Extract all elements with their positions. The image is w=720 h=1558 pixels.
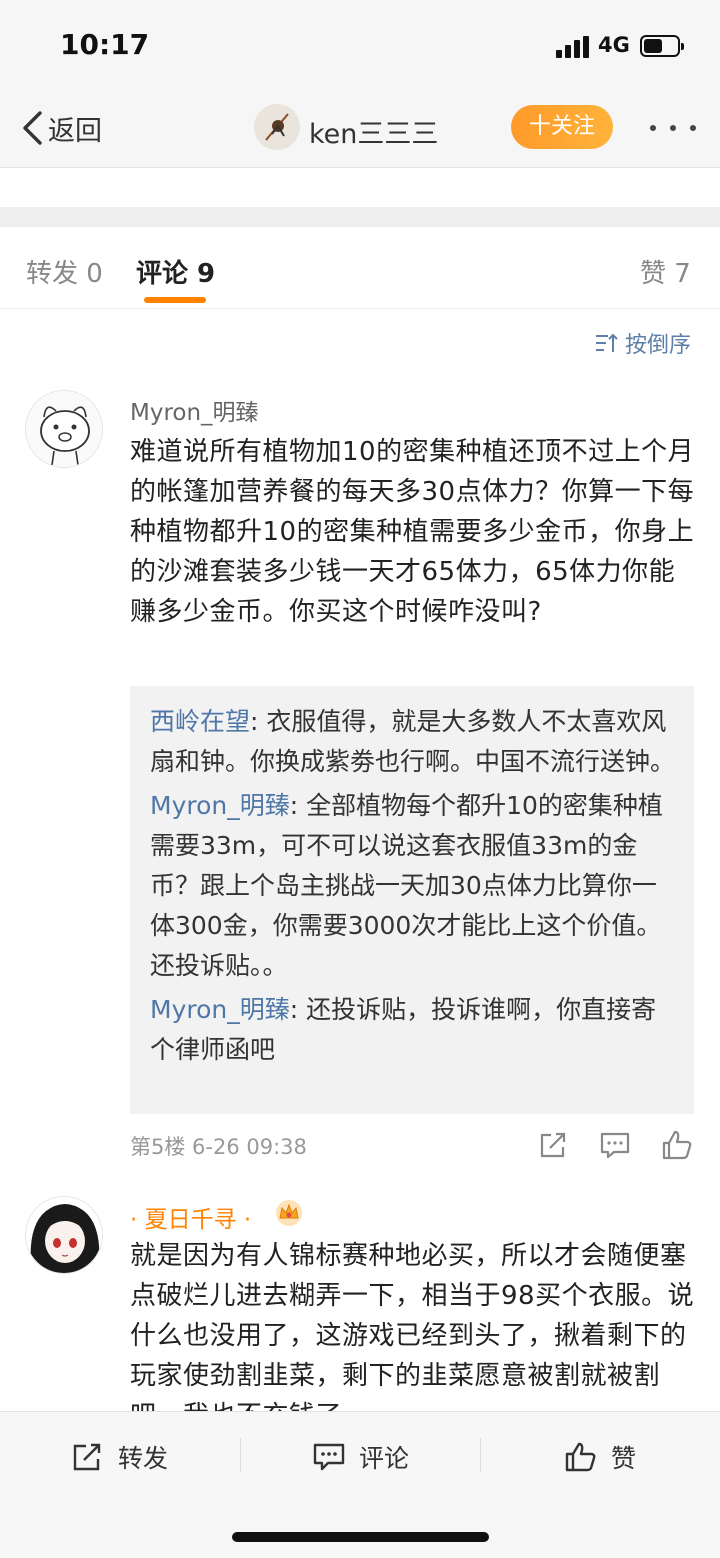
commenter-name[interactable]: Myron_明臻 bbox=[130, 393, 259, 427]
nav-bar: 返回 ken三三三 十关注 bbox=[0, 88, 720, 168]
tab-reposts[interactable]: 转发 0 bbox=[26, 253, 103, 290]
share-icon[interactable] bbox=[537, 1129, 569, 1161]
like-label: 赞 bbox=[611, 1444, 637, 1473]
reply-thread[interactable]: 西岭在望: 衣服值得，就是大多数人不太喜欢风扇和钟。你换成紫劵也行啊。中国不流行… bbox=[130, 686, 694, 1114]
follow-button[interactable]: 十关注 bbox=[511, 105, 613, 149]
divider bbox=[480, 1438, 481, 1472]
share-icon bbox=[73, 1443, 101, 1471]
tab-bar: 转发 0 评论 9 赞 7 bbox=[0, 227, 720, 309]
comment-text: 难道说所有植物加10的密集种植还顶不过上个月的帐篷加营养餐的每天多30点体力？你… bbox=[130, 437, 695, 627]
divider bbox=[240, 1438, 241, 1472]
dot-icon bbox=[670, 125, 676, 131]
like-button[interactable]: 赞 bbox=[565, 1436, 636, 1478]
repost-label: 转发 bbox=[118, 1444, 169, 1473]
comment-text: 就是因为有人锦标赛种地必买，所以才会随便塞点破烂儿进去糊弄一下，相当于98买个衣… bbox=[130, 1241, 695, 1431]
comment-icon bbox=[313, 1443, 345, 1471]
reply-author[interactable]: Myron_明臻 bbox=[150, 791, 290, 820]
battery-level bbox=[644, 39, 662, 53]
comment-meta: 第5楼 6-26 09:38 bbox=[130, 1135, 307, 1159]
repost-button[interactable]: 转发 bbox=[72, 1436, 168, 1478]
dot-icon bbox=[650, 125, 656, 131]
commenter-avatar[interactable] bbox=[25, 390, 103, 468]
crown-badge-icon bbox=[276, 1200, 302, 1226]
sort-icon bbox=[596, 333, 618, 352]
status-bar: 10:17 4G bbox=[0, 0, 720, 88]
signal-strength-icon bbox=[556, 36, 590, 58]
battery-icon bbox=[640, 35, 684, 57]
like-icon bbox=[565, 1442, 596, 1472]
sort-toggle[interactable]: 按倒序 bbox=[594, 327, 691, 359]
reply-item: 西岭在望: 衣服值得，就是大多数人不太喜欢风扇和钟。你换成紫劵也行啊。中国不流行… bbox=[150, 702, 676, 782]
status-time: 10:17 bbox=[60, 28, 150, 61]
reply-item: Myron_明臻: 还投诉贴，投诉谁啊，你直接寄个律师函吧 bbox=[150, 990, 676, 1070]
commenter-avatar[interactable] bbox=[25, 1196, 103, 1274]
commenter-name[interactable]: · 夏日千寻 · bbox=[130, 1200, 251, 1234]
reply-author[interactable]: Myron_明臻 bbox=[150, 995, 290, 1024]
network-type: 4G bbox=[598, 33, 630, 57]
section-divider bbox=[0, 207, 720, 227]
comment-button[interactable]: 评论 bbox=[313, 1436, 409, 1478]
reply-item: Myron_明臻: 全部植物每个都升10的密集种植需要33m，可不可以说这套衣服… bbox=[150, 786, 676, 986]
chevron-left-icon bbox=[23, 111, 42, 145]
comment-icon[interactable] bbox=[599, 1129, 631, 1161]
dot-icon bbox=[690, 125, 696, 131]
comment-label: 评论 bbox=[359, 1444, 410, 1473]
tab-likes[interactable]: 赞 7 bbox=[640, 253, 691, 290]
more-options-button[interactable] bbox=[650, 110, 696, 146]
back-button[interactable]: 返回 bbox=[20, 106, 102, 150]
tab-comments[interactable]: 评论 9 bbox=[136, 253, 215, 290]
author-avatar[interactable] bbox=[254, 104, 300, 150]
back-label: 返回 bbox=[48, 115, 102, 147]
author-username[interactable]: ken三三三 bbox=[309, 112, 438, 151]
active-tab-indicator bbox=[144, 297, 206, 303]
sort-label: 按倒序 bbox=[625, 333, 692, 358]
reply-author[interactable]: 西岭在望 bbox=[150, 707, 250, 736]
like-icon[interactable] bbox=[661, 1129, 693, 1161]
home-indicator bbox=[232, 1532, 489, 1542]
